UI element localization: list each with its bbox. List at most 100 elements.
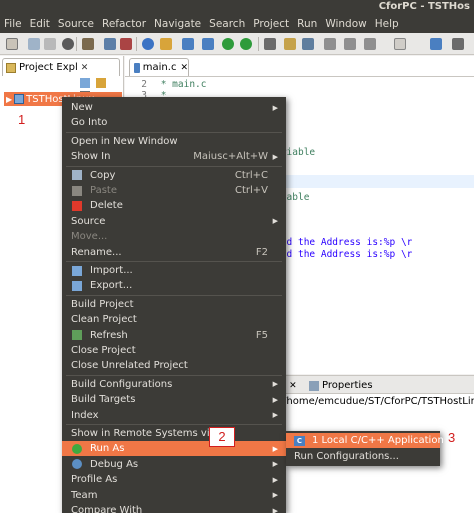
submenu-item-run-configurations[interactable]: Run Configurations... (286, 449, 440, 464)
menu-shortcut: F2 (255, 246, 268, 258)
tab-project-explorer[interactable]: Project Expl ✕ (2, 58, 120, 76)
menu-item-label: Close Project (71, 345, 136, 356)
menu-item-refresh[interactable]: Refresh F5 (62, 328, 286, 343)
chevron-right-icon: ▶ (272, 475, 278, 484)
delete-icon (72, 200, 82, 211)
chevron-right-icon: ▶ (272, 444, 278, 453)
run-external-icon[interactable] (240, 38, 252, 50)
menu-item-index[interactable]: Index ▶ (62, 408, 286, 423)
new-c-file-icon[interactable] (182, 38, 194, 50)
debug-icon (72, 459, 82, 470)
annotation-icon[interactable] (324, 38, 336, 50)
chevron-right-icon[interactable]: ▶ (6, 95, 12, 104)
menu-item-run-as[interactable]: Run As ▶ (62, 441, 286, 457)
save-all-icon[interactable] (44, 38, 56, 50)
menu-item-open-in-new-window[interactable]: Open in New Window (62, 134, 286, 149)
menu-item-show-in[interactable]: Show In Maiusc+Alt+W ▶ (62, 149, 286, 164)
view-toolbar (80, 78, 120, 101)
tab-main-c[interactable]: main.c ✕ (129, 58, 189, 76)
collapse-all-icon[interactable] (80, 78, 90, 88)
menu-item-label: Close Unrelated Project (71, 360, 188, 372)
globe-icon[interactable] (142, 38, 154, 50)
close-icon[interactable]: ✕ (289, 381, 297, 391)
menu-refactor[interactable]: Refactor (102, 18, 146, 30)
menu-separator (66, 424, 282, 425)
chevron-right-icon: ▶ (272, 506, 278, 513)
menu-item-copy[interactable]: Copy Ctrl+C (62, 168, 286, 183)
menu-item-rename[interactable]: Rename... F2 (62, 245, 286, 260)
menu-item-label: Run As (90, 443, 125, 455)
menu-separator (66, 294, 282, 296)
bug-icon[interactable] (120, 38, 132, 50)
tab-project-explorer-label: Project Expl (19, 62, 78, 73)
perspective-alt-icon[interactable] (452, 38, 464, 50)
close-icon[interactable]: ✕ (180, 63, 188, 73)
menu-item-new[interactable]: New ▶ (62, 100, 286, 115)
gear-icon[interactable] (264, 38, 276, 50)
menu-item-debug-as[interactable]: Debug As ▶ (62, 457, 286, 472)
folder-icon[interactable] (160, 38, 172, 50)
menu-item-label: Go Into (71, 117, 108, 129)
close-icon[interactable]: ✕ (81, 63, 89, 73)
menu-item-label: Open in New Window (71, 135, 178, 147)
link-editor-icon[interactable] (96, 78, 107, 88)
chevron-right-icon: ▶ (272, 460, 278, 469)
menu-item-show-in-remote-systems-view[interactable]: Show in Remote Systems view (62, 426, 286, 441)
menu-item-delete[interactable]: Delete (62, 198, 286, 213)
menu-search[interactable]: Search (209, 18, 245, 30)
menu-item-close-unrelated-project[interactable]: Close Unrelated Project (62, 358, 286, 373)
menu-separator (66, 131, 282, 133)
search-icon[interactable] (302, 38, 314, 50)
menu-item-move: Move... (62, 229, 286, 244)
menu-separator (66, 165, 282, 167)
pencil-icon[interactable] (284, 38, 296, 50)
menu-item-team[interactable]: Team ▶ (62, 488, 286, 503)
run-icon[interactable] (222, 38, 234, 50)
menu-help[interactable]: Help (375, 18, 399, 30)
menu-source[interactable]: Source (58, 18, 94, 30)
save-icon[interactable] (28, 38, 40, 50)
menu-item-label: Show In (71, 151, 111, 163)
new-class-icon[interactable] (202, 38, 214, 50)
forward-icon[interactable] (364, 38, 376, 50)
menu-shortcut: F5 (255, 329, 268, 341)
menu-item-export[interactable]: Export... (62, 278, 286, 293)
tab-properties[interactable]: Properties (305, 377, 377, 394)
menu-navigate[interactable]: Navigate (154, 18, 201, 30)
perspective-icon[interactable] (430, 38, 442, 50)
menu-item-label: Index (71, 409, 99, 421)
menu-item-build-targets[interactable]: Build Targets ▶ (62, 392, 286, 407)
menu-shortcut: Maiusc+Alt+W (193, 151, 268, 163)
editor-tab-label: main.c (142, 62, 177, 73)
build-hammer-icon[interactable] (82, 38, 94, 50)
menu-item-compare-with[interactable]: Compare With ▶ (62, 503, 286, 513)
settings-icon[interactable] (62, 38, 74, 50)
debug-config-icon[interactable] (104, 38, 116, 50)
menu-item-label: Rename... (71, 246, 122, 258)
callout-2: 2 (209, 427, 235, 447)
menu-project[interactable]: Project (253, 18, 289, 30)
quick-access-icon[interactable] (394, 38, 406, 50)
main-toolbar (0, 33, 474, 55)
menu-window[interactable]: Window (325, 18, 366, 30)
chevron-right-icon: ▶ (272, 395, 278, 404)
menu-item-import[interactable]: Import... (62, 263, 286, 278)
new-icon[interactable] (6, 38, 18, 50)
menu-item-go-into[interactable]: Go Into (62, 115, 286, 130)
menu-item-source[interactable]: Source ▶ (62, 214, 286, 229)
menu-item-label: Debug As (90, 458, 139, 470)
chevron-right-icon: ▶ (272, 411, 278, 420)
menu-file[interactable]: File (4, 18, 22, 30)
submenu-item-1-local-c-c-application[interactable]: C 1 Local C/C++ Application (286, 433, 444, 448)
menu-item-profile-as[interactable]: Profile As ▶ (62, 472, 286, 487)
menu-bar: File Edit Source Refactor Navigate Searc… (0, 14, 474, 33)
menu-edit[interactable]: Edit (30, 18, 50, 30)
menu-item-build-configurations[interactable]: Build Configurations ▶ (62, 377, 286, 392)
menu-item-build-project[interactable]: Build Project (62, 297, 286, 312)
callout-1: 1 (18, 112, 26, 127)
back-icon[interactable] (344, 38, 356, 50)
menu-run[interactable]: Run (297, 18, 317, 30)
menu-item-clean-project[interactable]: Clean Project (62, 312, 286, 327)
chevron-right-icon: ▶ (272, 217, 278, 226)
menu-item-close-project[interactable]: Close Project (62, 343, 286, 358)
